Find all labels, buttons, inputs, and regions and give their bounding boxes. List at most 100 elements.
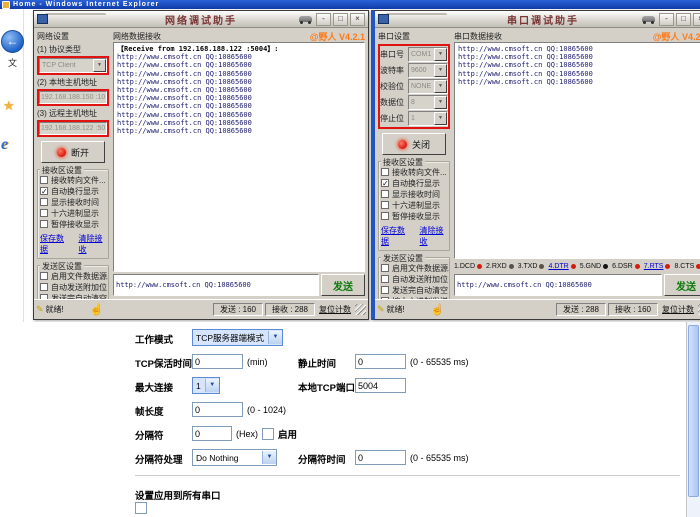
reset-count-button[interactable]: 复位计数 [317, 304, 353, 315]
checkbox-label: 暂停接收显示 [392, 211, 440, 221]
pin-label[interactable]: 4.DTR [548, 263, 568, 270]
chevron-down-icon[interactable]: ▼ [434, 48, 447, 61]
local-host-input[interactable] [39, 91, 107, 104]
serial-send-input[interactable] [454, 274, 662, 296]
back-button[interactable]: ← [1, 30, 24, 53]
serial-param-select[interactable]: NONE▼ [408, 79, 448, 94]
keepalive-input[interactable] [192, 354, 243, 369]
chevron-down-icon[interactable]: ▼ [434, 112, 447, 125]
checkbox[interactable] [381, 212, 389, 220]
checkbox[interactable] [381, 190, 389, 198]
work-mode-select[interactable]: TCP服务器端模式 ▼ [192, 329, 283, 346]
protocol-select[interactable]: TCP Client ▼ [39, 58, 107, 73]
checkbox-option[interactable]: 显示接收时间 [381, 189, 449, 199]
checkbox-option[interactable]: 暂停接收显示 [40, 219, 108, 229]
checkbox-option[interactable]: 暂停接收显示 [381, 211, 449, 221]
scrollbar-thumb[interactable] [688, 325, 699, 497]
checkbox-option[interactable]: ✓自动换行显示 [381, 178, 449, 188]
checkbox[interactable] [381, 168, 389, 176]
checkbox[interactable]: ✓ [40, 187, 48, 195]
checkbox[interactable] [40, 209, 48, 217]
checkbox-option[interactable]: 接收转向文件... [40, 175, 108, 185]
idle-time-input[interactable] [355, 354, 406, 369]
disconnect-button[interactable]: 断开 [41, 141, 105, 163]
save-data-link[interactable]: 保存数据 [381, 225, 411, 247]
checkbox-option[interactable]: 自动发送附加位 [40, 282, 108, 292]
checkbox-option[interactable]: 按十六进制发送 [381, 296, 449, 299]
checkbox[interactable] [381, 275, 389, 283]
checkbox[interactable] [381, 201, 389, 209]
serial-settings-title: 串口设置 [378, 31, 450, 42]
reset-count-button[interactable]: 复位计数 [660, 304, 696, 315]
pin-indicator[interactable]: 7.RTS [644, 263, 671, 270]
serial-receive-box[interactable]: http://www.cmsoft.cn QQ:10865600http://w… [454, 42, 700, 259]
clear-recv-link[interactable]: 清除接收 [420, 225, 450, 247]
minimize-button[interactable]: - [659, 13, 674, 26]
close-button[interactable]: × [693, 13, 700, 26]
chevron-down-icon[interactable]: ▼ [434, 80, 447, 93]
net-send-button[interactable]: 发送 [321, 274, 365, 296]
os-titlebar[interactable]: Home - Windows Internet Explorer [0, 0, 700, 9]
remote-host-input[interactable] [39, 122, 107, 135]
checkbox-option[interactable]: 显示接收时间 [40, 197, 108, 207]
minimize-button[interactable]: - [316, 13, 331, 26]
serial-send-button[interactable]: 发送 [664, 274, 700, 296]
chevron-down-icon[interactable]: ▼ [93, 59, 106, 72]
checkbox[interactable]: ✓ [381, 179, 389, 187]
chevron-down-icon[interactable]: ▼ [434, 64, 447, 77]
serial-param-select[interactable]: COM1▼ [408, 47, 448, 62]
checkbox-option[interactable]: 接收转向文件... [381, 167, 449, 177]
checkbox[interactable] [40, 283, 48, 291]
pin-label: 2.RXD [486, 263, 507, 270]
checkbox[interactable] [381, 264, 389, 272]
maximize-button[interactable]: □ [333, 13, 348, 26]
ie-menu-char[interactable]: 文 [8, 56, 17, 69]
chevron-down-icon[interactable]: ▼ [205, 379, 219, 392]
frame-len-input[interactable] [192, 402, 243, 417]
chevron-down-icon[interactable]: ▼ [262, 451, 276, 464]
checkbox[interactable] [40, 198, 48, 206]
net-window-titlebar[interactable]: 网络调试助手 - □ × [34, 11, 368, 28]
serial-window-titlebar[interactable]: 串口调试助手 - □ × [375, 11, 700, 28]
checkbox[interactable] [40, 176, 48, 184]
delimiter-input[interactable] [192, 426, 232, 441]
receive-line: http://www.cmsoft.cn QQ:10865600 [117, 86, 364, 94]
clear-recv-link[interactable]: 清除接收 [79, 233, 109, 255]
checkbox-option[interactable]: 十六进制显示 [381, 200, 449, 210]
favorites-star-icon[interactable]: ★ [3, 98, 15, 114]
delim-proc-select[interactable]: Do Nothing ▼ [192, 449, 277, 466]
net-receive-box[interactable]: 【Receive from 192.168.188.122 :5004】:htt… [113, 42, 365, 272]
net-send-input[interactable] [113, 274, 319, 296]
checkbox-option[interactable]: 启用文件数据源... [381, 263, 449, 273]
maximize-button[interactable]: □ [676, 13, 691, 26]
chevron-down-icon[interactable]: ▼ [268, 331, 282, 344]
checkbox-option[interactable]: 发送完自动清空 [40, 293, 108, 299]
checkbox-option[interactable]: 启用文件数据源... [40, 271, 108, 281]
delim-time-input[interactable] [355, 450, 406, 465]
checkbox[interactable] [381, 297, 389, 299]
serial-param-select[interactable]: 8▼ [408, 95, 448, 110]
checkbox[interactable] [40, 220, 48, 228]
serial-param-select[interactable]: 9600▼ [408, 63, 448, 78]
checkbox-option[interactable]: 发送完自动清空 [381, 285, 449, 295]
checkbox-option[interactable]: 自动发送附加位 [381, 274, 449, 284]
checkbox-option[interactable]: ✓自动换行显示 [40, 186, 108, 196]
max-conn-select[interactable]: 1 ▼ [192, 377, 220, 394]
page-scrollbar[interactable] [686, 322, 700, 517]
checkbox[interactable] [381, 286, 389, 294]
delimiter-enable-checkbox[interactable] [262, 428, 274, 440]
checkbox[interactable] [40, 272, 48, 280]
close-port-button[interactable]: 关闭 [382, 133, 446, 155]
pin-indicator[interactable]: 4.DTR [548, 263, 575, 270]
close-button[interactable]: × [350, 13, 365, 26]
checkbox[interactable] [40, 294, 48, 299]
serial-param-select[interactable]: 1▼ [408, 111, 448, 126]
local-port-input[interactable] [355, 378, 406, 393]
pin-label[interactable]: 7.RTS [644, 263, 664, 270]
checkbox-option[interactable]: 十六进制显示 [40, 208, 108, 218]
save-data-link[interactable]: 保存数据 [40, 233, 70, 255]
apply-all-checkbox[interactable] [135, 502, 147, 514]
serial-debug-window: 串口调试助手 - □ × 串口设置 串口号COM1▼波特率9600▼校验位NON… [371, 10, 700, 320]
resize-grip[interactable] [355, 304, 366, 315]
chevron-down-icon[interactable]: ▼ [434, 96, 447, 109]
